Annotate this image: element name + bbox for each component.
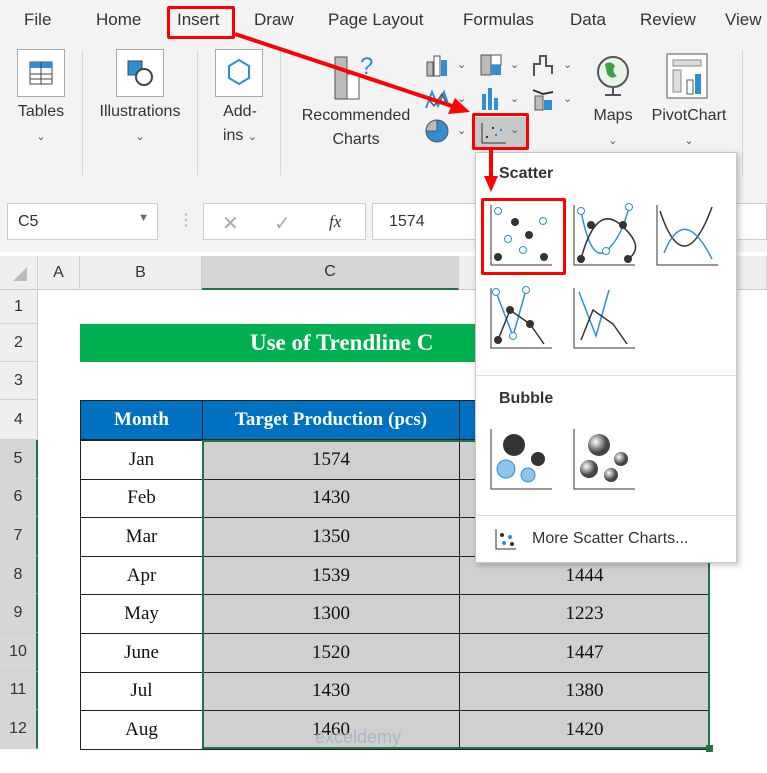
cell-target[interactable]: 1520 bbox=[202, 633, 460, 673]
more-scatter-charts-item[interactable]: More Scatter Charts... bbox=[494, 527, 689, 551]
table-icon bbox=[17, 49, 65, 97]
scatter-highlight bbox=[472, 113, 529, 150]
3d-bubble-option[interactable] bbox=[571, 427, 637, 493]
scatter-option-highlight bbox=[481, 198, 566, 275]
row-header-12[interactable]: 12 bbox=[0, 710, 38, 749]
cell-actual[interactable]: 1223 bbox=[459, 594, 710, 634]
tab-draw[interactable]: Draw bbox=[254, 10, 294, 30]
statistic-chart-icon[interactable] bbox=[478, 86, 504, 112]
cell-target[interactable]: 1574 bbox=[202, 440, 460, 480]
bubble-heading: Bubble bbox=[499, 390, 554, 407]
row-header-9[interactable]: 9 bbox=[0, 594, 38, 633]
bubble-option[interactable] bbox=[488, 427, 554, 493]
column-header-a[interactable]: A bbox=[38, 256, 80, 290]
row-header-8[interactable]: 8 bbox=[0, 555, 38, 595]
formula-value: 1574 bbox=[389, 213, 425, 230]
tab-view[interactable]: View bbox=[725, 10, 762, 30]
cell-month[interactable]: Mar bbox=[80, 517, 203, 557]
column-header-b[interactable]: B bbox=[80, 256, 202, 290]
row-header-10[interactable]: 10 bbox=[0, 633, 38, 672]
combo-chart-icon[interactable] bbox=[531, 86, 557, 112]
addins-label-2: ins bbox=[222, 127, 244, 144]
insert-highlight bbox=[167, 6, 235, 39]
cell-target[interactable]: 1539 bbox=[202, 555, 460, 596]
watermark: exceldemy bbox=[315, 727, 402, 747]
row-header-1[interactable]: 1 bbox=[0, 290, 38, 324]
scatter-heading: Scatter bbox=[499, 165, 554, 182]
tab-page-layout[interactable]: Page Layout bbox=[328, 10, 423, 30]
name-box[interactable]: C5 ▼ bbox=[7, 203, 158, 240]
tab-formulas[interactable]: Formulas bbox=[463, 10, 534, 30]
svg-text:?: ? bbox=[360, 53, 373, 80]
cell-actual[interactable]: 1420 bbox=[459, 710, 710, 750]
scatter-smooth-lines-markers-option[interactable] bbox=[571, 203, 637, 269]
more-scatter-icon bbox=[495, 529, 516, 550]
cell-month[interactable]: Jul bbox=[80, 671, 203, 712]
tables-label: Tables bbox=[17, 103, 65, 120]
fill-handle[interactable] bbox=[706, 745, 713, 752]
hierarchy-chart-icon[interactable] bbox=[478, 52, 504, 78]
cell-month[interactable]: May bbox=[80, 594, 203, 634]
tab-data[interactable]: Data bbox=[570, 10, 606, 30]
row-header-4[interactable]: 4 bbox=[0, 400, 38, 440]
waterfall-chart-icon[interactable] bbox=[531, 52, 557, 78]
more-scatter-label: More Scatter Charts... bbox=[532, 530, 689, 547]
row-header-6[interactable]: 6 bbox=[0, 478, 38, 518]
line-chart-icon[interactable] bbox=[424, 86, 450, 112]
pivotchart-icon bbox=[666, 53, 708, 99]
name-box-dropdown-icon[interactable]: ▼ bbox=[138, 212, 149, 224]
enter-icon[interactable]: ✓ bbox=[274, 211, 291, 236]
cell-target[interactable]: 1430 bbox=[202, 478, 460, 519]
recommended-charts-icon: ? bbox=[334, 53, 373, 100]
insert-function-icon[interactable]: fx bbox=[329, 212, 341, 232]
addins-label-1: Add- bbox=[223, 103, 257, 120]
header-target-production[interactable]: Target Production (pcs) bbox=[202, 400, 460, 440]
cell-target[interactable]: 1350 bbox=[202, 517, 460, 557]
row-header-7[interactable]: 7 bbox=[0, 517, 38, 556]
tab-review[interactable]: Review bbox=[640, 10, 696, 30]
cell-month[interactable]: Jan bbox=[80, 440, 203, 480]
pie-chart-icon[interactable] bbox=[424, 118, 450, 144]
recommended-label-1: Recommended bbox=[301, 107, 411, 124]
cell-actual[interactable]: 1380 bbox=[459, 671, 710, 712]
tab-file[interactable]: File bbox=[24, 10, 51, 30]
select-all-button[interactable] bbox=[0, 256, 38, 290]
cancel-icon[interactable]: ✕ bbox=[222, 211, 239, 236]
scatter-straight-lines-markers-option[interactable] bbox=[488, 286, 554, 352]
tab-home[interactable]: Home bbox=[96, 10, 141, 30]
pivotchart-label: PivotChart bbox=[651, 107, 727, 124]
scatter-smooth-lines-option[interactable] bbox=[654, 203, 720, 269]
header-month[interactable]: Month bbox=[80, 400, 203, 440]
column-header-c[interactable]: C bbox=[202, 256, 459, 290]
cell-month[interactable]: Feb bbox=[80, 478, 203, 519]
cell-target[interactable]: 1300 bbox=[202, 594, 460, 634]
scatter-dropdown-menu: Scatter Bubble More Scatter Charts... bbox=[475, 152, 738, 563]
cell-month[interactable]: June bbox=[80, 633, 203, 673]
name-box-value: C5 bbox=[18, 213, 39, 230]
shapes-icon bbox=[116, 49, 164, 97]
row-header-5[interactable]: 5 bbox=[0, 440, 38, 479]
row-header-2[interactable]: 2 bbox=[0, 324, 38, 362]
row-header-11[interactable]: 11 bbox=[0, 671, 38, 711]
cell-actual[interactable]: 1447 bbox=[459, 633, 710, 673]
recommended-label-2: Charts bbox=[332, 131, 380, 148]
scatter-straight-lines-option[interactable] bbox=[571, 286, 637, 352]
splitter-handle[interactable]: ⋮ bbox=[178, 210, 194, 230]
illustrations-label: Illustrations bbox=[99, 103, 181, 120]
sheet-title: Use of Trendline C bbox=[80, 324, 480, 362]
cell-month[interactable]: Apr bbox=[80, 555, 203, 596]
cell-month[interactable]: Aug bbox=[80, 710, 203, 750]
row-header-3[interactable]: 3 bbox=[0, 362, 38, 400]
column-chart-icon[interactable] bbox=[424, 52, 450, 78]
cell-target[interactable]: 1430 bbox=[202, 671, 460, 712]
maps-label: Maps bbox=[593, 107, 633, 124]
addins-icon bbox=[215, 49, 263, 97]
globe-icon bbox=[597, 56, 629, 96]
formula-controls: ✕ ✓ fx bbox=[203, 203, 366, 240]
